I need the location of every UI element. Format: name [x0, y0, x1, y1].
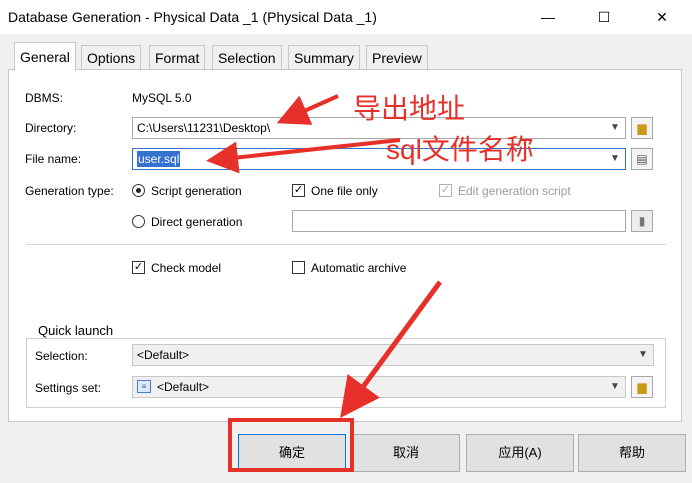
annotation-arrows — [206, 94, 443, 419]
tab-general[interactable]: General — [14, 42, 76, 71]
arrow-to-directory — [276, 94, 339, 125]
arrow-to-filename — [206, 138, 401, 174]
arrow-to-ok — [340, 280, 443, 419]
